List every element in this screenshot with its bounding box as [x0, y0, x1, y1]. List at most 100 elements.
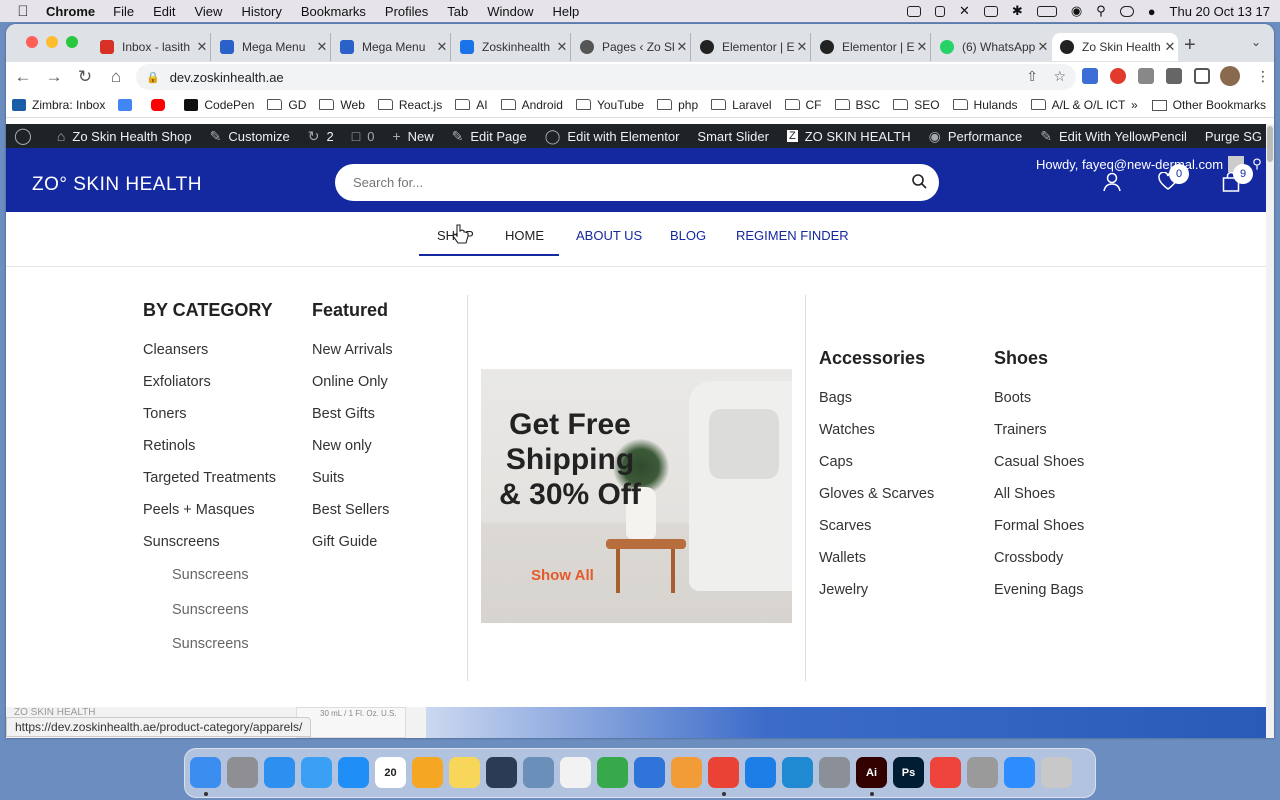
close-tab-icon[interactable]: ✕	[434, 39, 450, 55]
menu-bookmarks[interactable]: Bookmarks	[301, 4, 366, 19]
accessories-link[interactable]: Scarves	[819, 518, 871, 534]
bookmark-folder[interactable]: BSC	[834, 98, 880, 112]
back-icon[interactable]: ←	[9, 67, 37, 87]
system-preferences-icon[interactable]	[819, 757, 850, 788]
calendar-icon[interactable]: 20	[375, 757, 406, 788]
finder-icon[interactable]	[190, 757, 221, 788]
app-store-icon[interactable]	[338, 757, 369, 788]
browser-tab[interactable]: Zoskinhealth ✕	[452, 33, 571, 61]
apple-icon[interactable]: 	[0, 3, 46, 20]
featured-link[interactable]: Best Sellers	[312, 502, 389, 518]
tab-search-icon[interactable]: ⌄	[1251, 35, 1261, 49]
category-sublink[interactable]: Sunscreens	[172, 567, 249, 583]
cart-button[interactable]: 9	[1222, 164, 1253, 192]
illustrator-icon[interactable]: Ai	[856, 757, 887, 788]
accessories-link[interactable]: Jewelry	[819, 582, 868, 598]
chrome-icon[interactable]	[708, 757, 739, 788]
other-bookmarks[interactable]: » Other Bookmarks	[1131, 92, 1266, 118]
featured-link[interactable]: Online Only	[312, 374, 388, 390]
bookmark-star-icon[interactable]: ☆	[1053, 68, 1066, 85]
close-window-button[interactable]	[26, 36, 38, 48]
reminders-icon[interactable]	[560, 757, 591, 788]
account-greeting[interactable]: Howdy, fayeq@new-dermal.com ⚲	[1036, 156, 1262, 172]
shoes-link[interactable]: Boots	[994, 390, 1031, 406]
numbers-icon[interactable]	[597, 757, 628, 788]
browser-tab[interactable]: (6) WhatsApp ✕	[932, 33, 1051, 61]
bookmark-folder[interactable]: Laravel	[711, 98, 772, 112]
share-icon[interactable]: ⇧	[1026, 68, 1038, 85]
menu-profiles[interactable]: Profiles	[385, 4, 428, 19]
admin-new-link[interactable]: + New	[392, 128, 433, 144]
zoom-icon[interactable]	[1004, 757, 1035, 788]
browser-tab[interactable]: Pages ‹ Zo Skin ✕	[572, 33, 691, 61]
bookmark-folder[interactable]: SEO	[893, 98, 940, 112]
search-icon[interactable]: ⚲	[1252, 156, 1262, 172]
admin-customize-link[interactable]: ✎ Customize	[210, 128, 290, 145]
profile-avatar[interactable]	[1220, 66, 1240, 86]
accessories-link[interactable]: Wallets	[819, 550, 866, 566]
menu-view[interactable]: View	[194, 4, 222, 19]
shoes-link[interactable]: Trainers	[994, 422, 1047, 438]
menu-app-name[interactable]: Chrome	[46, 4, 95, 19]
admin-elementor-link[interactable]: ◯ Edit with Elementor	[545, 128, 680, 145]
menu-window[interactable]: Window	[487, 4, 533, 19]
bookmark-folder[interactable]: A/L & O/L ICT	[1030, 98, 1125, 112]
bookmark-folder[interactable]: YouTube	[575, 98, 644, 112]
nav-regimen-finder[interactable]: REGIMEN FINDER	[736, 228, 849, 243]
minimize-window-button[interactable]	[46, 36, 58, 48]
bookmark-folder[interactable]: CF	[784, 98, 822, 112]
featured-link[interactable]: Suits	[312, 470, 344, 486]
accessories-link[interactable]: Watches	[819, 422, 875, 438]
photoshop-icon[interactable]: Ps	[893, 757, 924, 788]
admin-zo-link[interactable]: Z ZO SKIN HEALTH	[786, 129, 911, 144]
forward-icon[interactable]: →	[40, 67, 68, 87]
shoes-link[interactable]: Formal Shoes	[994, 518, 1084, 534]
clipboard-status-icon[interactable]	[935, 5, 945, 17]
anydesk-icon[interactable]	[930, 757, 961, 788]
featured-link[interactable]: New only	[312, 438, 372, 454]
promo-show-all-link[interactable]: Show All	[531, 567, 594, 584]
category-sublink[interactable]: Sunscreens	[172, 602, 249, 618]
siri-icon[interactable]: ●	[1148, 4, 1156, 19]
shoes-link[interactable]: Evening Bags	[994, 582, 1083, 598]
camera-extension-icon[interactable]	[1138, 68, 1154, 84]
admin-yellowpencil-link[interactable]: ✎ Edit With YellowPencil	[1040, 128, 1187, 145]
preview-icon[interactable]	[523, 757, 554, 788]
admin-updates-link[interactable]: ↻ 2	[308, 128, 334, 145]
mute-status-icon[interactable]: ✕	[959, 3, 970, 19]
photos-icon[interactable]	[412, 757, 443, 788]
site-logo[interactable]: ZO° SKIN HEALTH	[32, 174, 202, 196]
bookmark-folder[interactable]: GD	[267, 98, 306, 112]
bookmark-folder[interactable]: AI	[455, 98, 488, 112]
wifi-status-icon[interactable]: ◉	[1071, 3, 1082, 19]
accessories-link[interactable]: Bags	[819, 390, 852, 406]
mail-icon[interactable]	[301, 757, 332, 788]
category-link[interactable]: Cleansers	[143, 342, 208, 358]
admin-comments-link[interactable]: □ 0	[352, 128, 375, 144]
notes-icon[interactable]	[449, 757, 480, 788]
launchpad-icon[interactable]	[227, 757, 258, 788]
shoes-link[interactable]: All Shoes	[994, 486, 1055, 502]
xcode-icon[interactable]	[745, 757, 776, 788]
featured-link[interactable]: Gift Guide	[312, 534, 377, 550]
category-link[interactable]: Toners	[143, 406, 187, 422]
nav-about-us[interactable]: ABOUT US	[576, 228, 642, 243]
bluetooth-status-icon[interactable]: ✱	[1012, 3, 1023, 19]
trash-icon[interactable]	[1041, 757, 1072, 788]
bookmark-folder[interactable]: Android	[500, 98, 563, 112]
reload-icon[interactable]: ↻	[71, 67, 99, 87]
bookmark-item[interactable]	[151, 98, 171, 111]
lock-icon[interactable]: 🔒	[146, 71, 160, 84]
admin-purge-link[interactable]: Purge SG Cache	[1205, 129, 1274, 144]
promo-banner[interactable]: Get Free Shipping & 30% Off Show All	[481, 369, 792, 623]
close-tab-icon[interactable]: ✕	[794, 39, 810, 55]
bookmark-item[interactable]: Zimbra: Inbox	[12, 98, 105, 112]
new-tab-icon[interactable]: +	[1184, 34, 1196, 57]
nav-blog[interactable]: BLOG	[670, 228, 706, 243]
admin-edit-page-link[interactable]: ✎ Edit Page	[452, 128, 527, 145]
extension-icon[interactable]	[1110, 68, 1126, 84]
category-link[interactable]: Retinols	[143, 438, 195, 454]
address-bar[interactable]: 🔒 dev.zoskinhealth.ae ⇧ ☆	[136, 64, 1076, 90]
bookmark-folder[interactable]: Web	[319, 98, 365, 112]
close-tab-icon[interactable]: ✕	[194, 39, 210, 55]
